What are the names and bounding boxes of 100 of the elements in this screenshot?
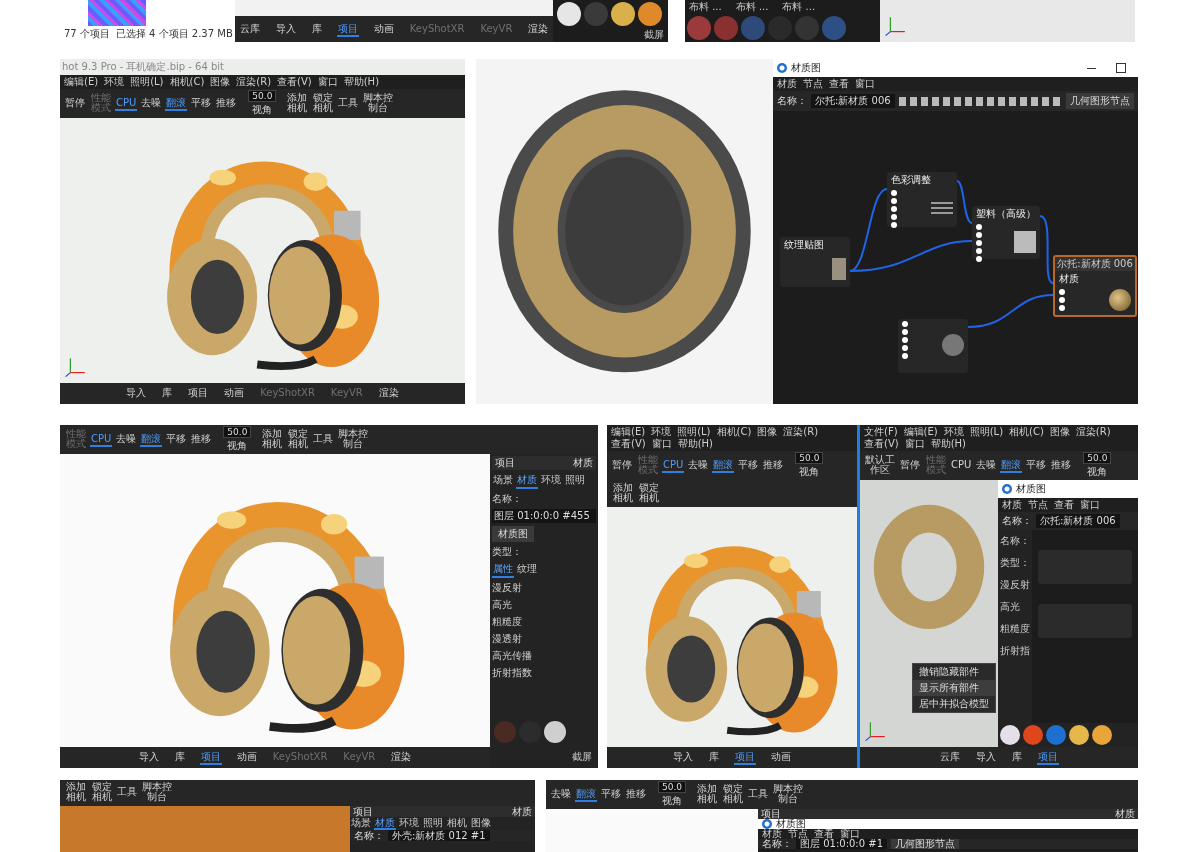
toolbar-button[interactable]: 项目 (1037, 750, 1059, 765)
panel-tab[interactable]: 照明 (564, 473, 586, 489)
menu-item[interactable]: 编辑(E) (611, 426, 646, 438)
toolbar-button[interactable]: 云库 (939, 750, 961, 765)
geometry-node-button[interactable]: 几何图形节点 (891, 839, 960, 849)
toolbar-button[interactable]: CPU (90, 432, 113, 447)
toolbar-button[interactable]: 翻滚 (575, 787, 597, 802)
toolbar-button[interactable]: 工具 (337, 96, 360, 111)
toolbar-button[interactable]: 锁定相机 (637, 482, 660, 506)
menu-item[interactable]: 查看(V) (277, 76, 312, 88)
toolbar-button[interactable]: 暂停 (64, 96, 86, 111)
name-field[interactable]: 尔托:新材质 006 (811, 94, 895, 108)
toolbar-button[interactable]: CPU (950, 458, 973, 473)
material-swatch[interactable] (1069, 725, 1089, 745)
toolbar-button[interactable]: 平移 (737, 458, 760, 473)
port-dot[interactable] (891, 214, 897, 220)
toolbar-button[interactable]: 工具 (312, 432, 335, 447)
texture-thumbnail[interactable] (88, 0, 146, 26)
port-dot[interactable] (902, 337, 908, 343)
menu-item[interactable]: 帮助(H) (343, 76, 380, 88)
toolbar-button[interactable]: 锁定相机 (286, 427, 310, 452)
port-dot[interactable] (976, 256, 982, 262)
toolbar-button[interactable]: 脚本控制台 (141, 781, 173, 805)
graph-node[interactable]: 塑料（高级） (972, 206, 1040, 259)
menu-item[interactable]: 窗口 (651, 438, 672, 450)
toolbar-button[interactable]: 导入 (125, 386, 148, 401)
field-of-view-field[interactable]: 50.0 (248, 90, 277, 102)
menu-item[interactable]: 环境 (943, 426, 964, 438)
toolbar-button[interactable]: 动画 (770, 750, 792, 765)
toolbar-button[interactable]: 平移 (600, 787, 622, 802)
menu-item[interactable]: 节点 (788, 829, 808, 839)
toolbar-button[interactable]: 锁定相机 (721, 782, 745, 807)
graph-node[interactable] (898, 319, 968, 373)
toolbar-button[interactable]: 暂停 (899, 458, 921, 473)
menu-item[interactable]: 渲染(R) (783, 426, 819, 438)
toolbar-button[interactable]: 库 (310, 21, 323, 37)
toolbar-button[interactable]: 翻滚 (712, 458, 735, 473)
material-swatch[interactable] (687, 16, 711, 40)
panel-tab[interactable]: 图像 (470, 817, 492, 830)
name-field[interactable]: 图层 01:0:0:0 #1 (796, 839, 888, 849)
menu-item[interactable]: 照明(L) (677, 426, 711, 438)
toolbar-button[interactable]: 暂停 (611, 458, 633, 473)
toolbar-button[interactable]: 项目 (336, 21, 359, 37)
material-swatch[interactable] (741, 16, 765, 40)
toolbar-button[interactable]: 推移 (215, 96, 238, 111)
toolbar-button[interactable]: 平移 (165, 432, 188, 447)
menu-item[interactable]: 帮助(H) (930, 438, 966, 450)
screenshot-label[interactable]: 截屏 (568, 748, 596, 766)
port-dot[interactable] (1059, 305, 1065, 311)
material-graph-button[interactable]: 材质图 (492, 526, 534, 542)
menu-item[interactable]: 渲染(R) (236, 76, 272, 88)
toolbar-button[interactable]: 去噪 (115, 432, 138, 447)
toolbar-button[interactable]: 平移 (190, 96, 213, 111)
property-tab[interactable]: 属性 (492, 562, 514, 578)
toolbar-button[interactable]: 去噪 (140, 96, 163, 111)
port-dot[interactable] (902, 321, 908, 327)
toolbar-button[interactable]: 去噪 (975, 458, 998, 473)
panel-tab[interactable]: 环境 (540, 473, 562, 489)
minimize-icon[interactable] (1087, 67, 1096, 69)
menu-item[interactable]: 窗口 (904, 438, 925, 450)
field-of-view-field[interactable]: 50.0 (795, 452, 824, 464)
menu-item[interactable]: 照明(L) (969, 426, 1004, 438)
toolbar-button[interactable]: 脚本控制台 (337, 427, 370, 452)
toolbar-button[interactable]: 项目 (734, 750, 756, 765)
panel-tab[interactable]: 场景 (492, 473, 514, 489)
toolbar-button[interactable]: 脚本控制台 (772, 782, 805, 807)
port-dot[interactable] (902, 353, 908, 359)
port-dot[interactable] (891, 198, 897, 204)
toolbar-button[interactable]: 添加相机 (64, 781, 87, 805)
menu-item[interactable]: 相机(C) (169, 76, 205, 88)
toolbar-button[interactable]: 添加相机 (611, 482, 634, 506)
material-swatch[interactable] (544, 721, 566, 743)
menu-item[interactable]: 文件(F) (864, 426, 898, 438)
graph-node[interactable]: 纹理贴图 (780, 237, 850, 287)
toolbar-button[interactable]: 翻滚 (165, 96, 188, 111)
material-swatch[interactable] (714, 16, 738, 40)
material-swatch[interactable] (584, 2, 608, 26)
context-menu-item[interactable]: 撤销隐藏部件 (913, 664, 995, 680)
menu-item[interactable]: 材质 (777, 78, 797, 90)
toolbar-button[interactable]: 推移 (762, 458, 785, 473)
menu-item[interactable]: 相机(C) (716, 426, 752, 438)
toolbar-button[interactable]: 导入 (672, 750, 694, 765)
panel-tab[interactable]: 相机 (446, 817, 468, 830)
graph-node[interactable]: 尔托:新材质 006 材质 (1053, 255, 1137, 317)
menu-item[interactable]: 编辑(E) (903, 426, 938, 438)
material-swatch[interactable] (822, 16, 846, 40)
geometry-node-button[interactable]: 几何图形节点 (1066, 93, 1134, 109)
toolbar-button[interactable]: 添加相机 (285, 91, 309, 116)
toolbar-button[interactable]: 脚本控制台 (362, 91, 395, 116)
port-dot[interactable] (902, 345, 908, 351)
menu-item[interactable]: 窗口 (317, 76, 338, 88)
port-dot[interactable] (891, 222, 897, 228)
material-swatch[interactable] (1046, 725, 1066, 745)
port-dot[interactable] (976, 232, 982, 238)
menu-item[interactable]: 节点 (803, 78, 823, 90)
toolbar-button[interactable]: 云库 (238, 21, 261, 37)
menu-item[interactable]: 环境 (104, 76, 125, 88)
toolbar-button[interactable]: 渲染 (390, 750, 413, 765)
menu-item[interactable]: 查看(V) (864, 438, 899, 450)
material-swatch[interactable] (638, 2, 662, 26)
